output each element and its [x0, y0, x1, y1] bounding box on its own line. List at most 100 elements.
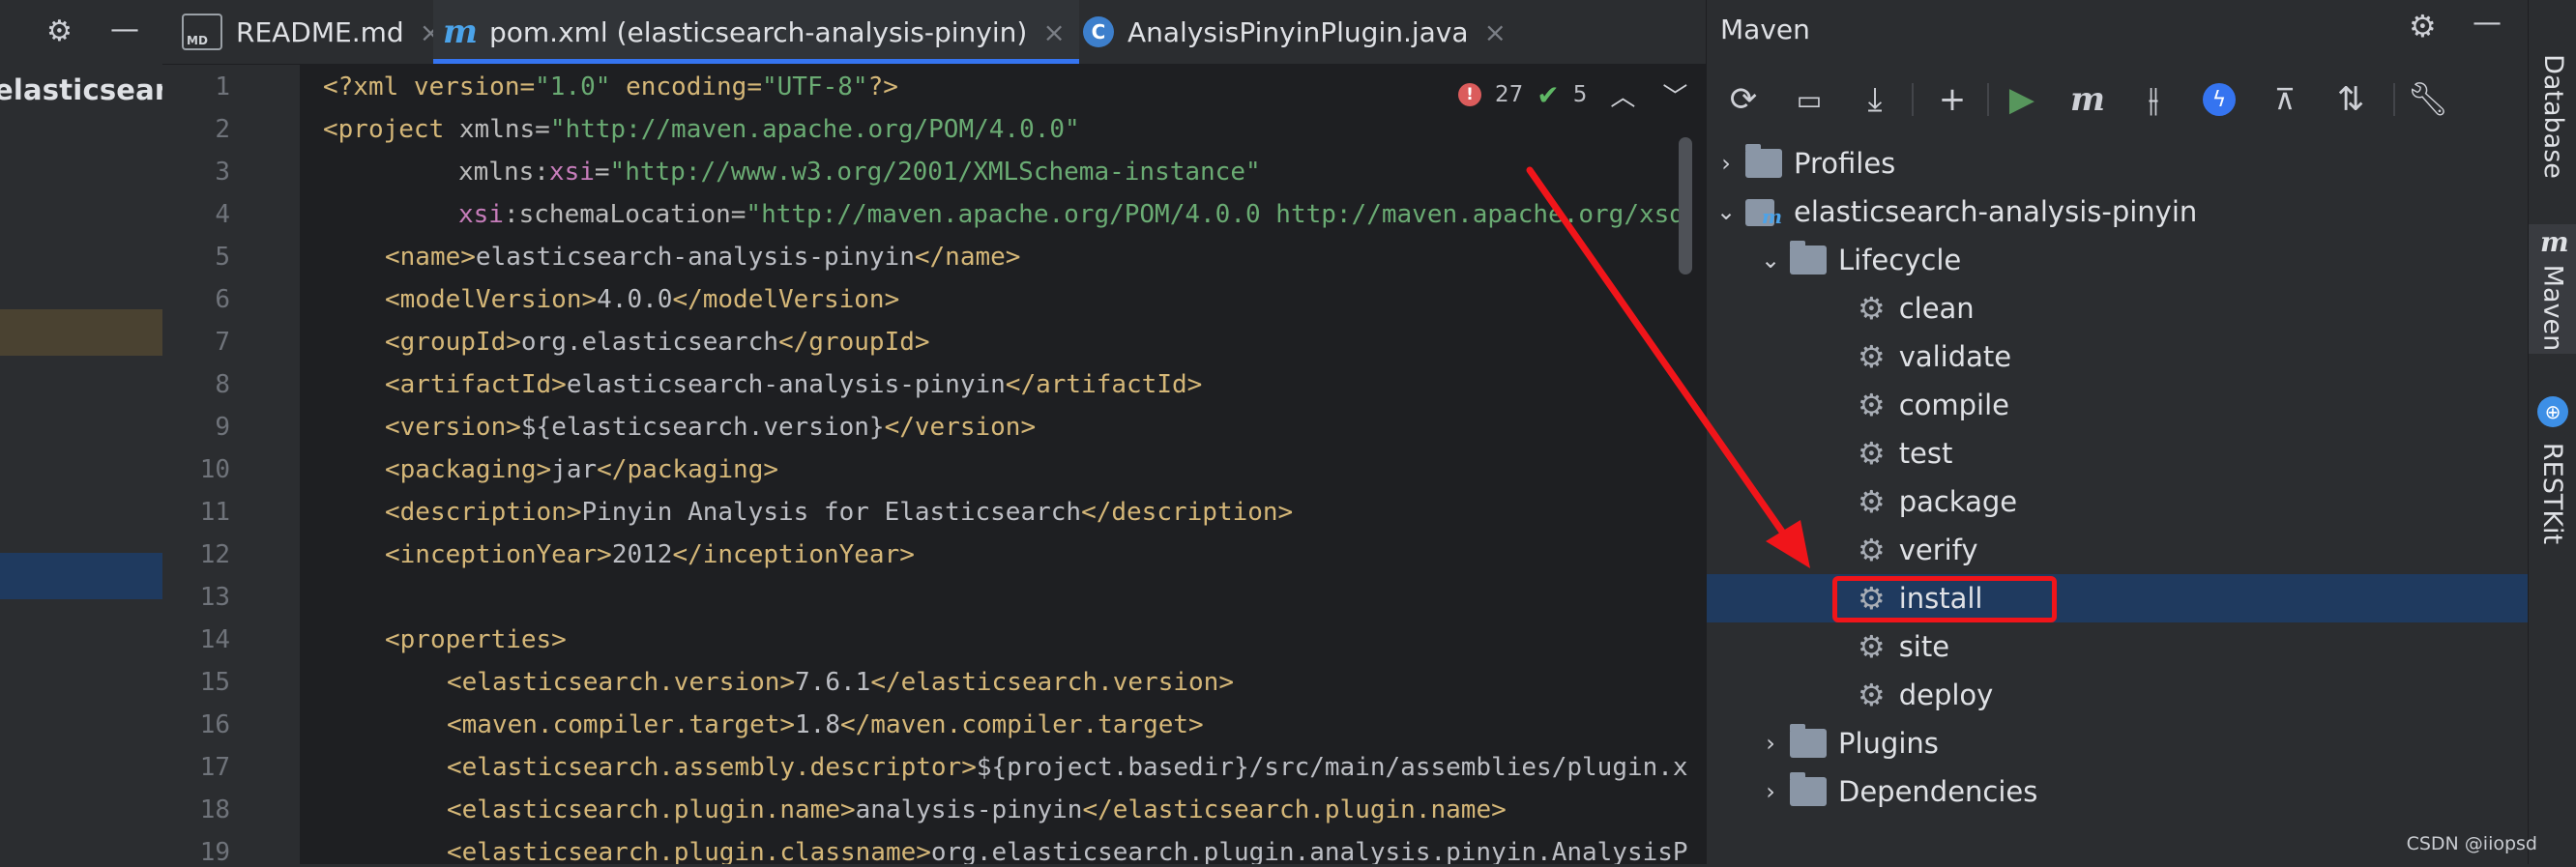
- line-number: 17: [199, 753, 230, 782]
- lightning-icon[interactable]: ϟ: [2196, 77, 2242, 122]
- highlight-box-install: [1832, 576, 2057, 622]
- folder-icon: [1790, 724, 1827, 758]
- run-icon[interactable]: ▶: [1999, 77, 2045, 122]
- maven-tool-tab[interactable]: Maven: [2529, 261, 2576, 354]
- maven-tool-window: Maven ⚙ — ⟳ ▭ ⤓ + ▶ m ⫲ ϟ ⊼ ⇅ 🔧︎ › Profi…: [1706, 0, 2529, 864]
- gear-icon[interactable]: ⚙: [2409, 8, 2437, 44]
- warning-count: 5: [1572, 82, 1588, 107]
- tree-item-project[interactable]: ⌄ m elasticsearch-analysis-pinyin: [1707, 188, 2197, 236]
- code-line: <packaging>jar</packaging>: [385, 455, 778, 484]
- tree-item-lifecycle[interactable]: ⌄ Lifecycle: [1751, 236, 1961, 284]
- add-folder-icon[interactable]: ▭: [1786, 77, 1832, 122]
- minimize-icon[interactable]: —: [110, 0, 139, 62]
- lifecycle-deploy[interactable]: ⚙ deploy: [1858, 671, 1993, 719]
- line-number: 10: [199, 455, 230, 484]
- maven-panel-title: Maven: [1720, 14, 1810, 45]
- lifecycle-package[interactable]: ⚙ package: [1858, 477, 2017, 526]
- download-icon[interactable]: ⤓: [1852, 77, 1898, 122]
- tree-item-dependencies[interactable]: › Dependencies: [1751, 767, 2037, 816]
- maven-file-icon: m: [443, 13, 478, 51]
- code-editor[interactable]: <?xml version="1.0" encoding="UTF-8"?> <…: [300, 65, 1706, 864]
- tree-item-label: elasticsearch-analysis-pinyin: [1794, 195, 2198, 228]
- chevron-right-icon[interactable]: ›: [1751, 778, 1790, 805]
- warning-check-icon: ✔: [1537, 78, 1560, 111]
- tree-item-label: Profiles: [1794, 147, 1896, 180]
- code-line: <elasticsearch.version>7.6.1</elasticsea…: [447, 668, 1234, 697]
- lifecycle-verify[interactable]: ⚙ verify: [1858, 526, 1978, 574]
- tree-item-profiles[interactable]: › Profiles: [1707, 139, 1895, 188]
- chevron-right-icon[interactable]: ›: [1751, 730, 1790, 757]
- tree-item-label: Plugins: [1838, 727, 1939, 760]
- chevron-up-icon[interactable]: ︿: [1610, 77, 1635, 113]
- line-number: 14: [199, 625, 230, 654]
- tree-item-label: Dependencies: [1838, 775, 2038, 808]
- tree-item-label: verify: [1898, 534, 1978, 566]
- reload-icon[interactable]: ⟳: [1720, 77, 1767, 122]
- editor-scrollbar[interactable]: [1679, 137, 1692, 275]
- wrench-icon[interactable]: 🔧︎: [2405, 77, 2451, 122]
- gear-icon[interactable]: ⚙: [46, 0, 73, 64]
- code-line: <maven.compiler.target>1.8</maven.compil…: [447, 710, 1204, 739]
- code-line: <elasticsearch.plugin.name>analysis-piny…: [447, 795, 1507, 824]
- lifecycle-clean[interactable]: ⚙ clean: [1858, 284, 1975, 332]
- line-number: 7: [215, 328, 230, 357]
- project-toolbar: ⚙ —: [0, 0, 162, 64]
- tab-pom-xml[interactable]: m pom.xml (elasticsearch-analysis-pinyin…: [433, 0, 1079, 64]
- lifecycle-test[interactable]: ⚙ test: [1858, 429, 1952, 477]
- line-number: 8: [215, 370, 230, 399]
- chevron-down-icon[interactable]: ⌄: [1751, 246, 1790, 274]
- tab-readme[interactable]: MD README.md ×: [182, 0, 442, 64]
- show-deps-icon[interactable]: ⊼: [2262, 77, 2308, 122]
- project-panel: ⚙ — elasticsearch: [0, 0, 162, 864]
- plus-icon[interactable]: +: [1929, 77, 1976, 122]
- code-line: <name>elasticsearch-analysis-pinyin</nam…: [385, 243, 1021, 272]
- lifecycle-validate[interactable]: ⚙ validate: [1858, 332, 2011, 381]
- close-icon[interactable]: ×: [1484, 16, 1507, 48]
- minimize-icon[interactable]: —: [2473, 6, 2502, 40]
- line-number: 11: [199, 498, 230, 527]
- gear-icon: ⚙: [1858, 435, 1886, 472]
- tree-row-selection: [1707, 574, 2529, 622]
- tree-item-label: package: [1898, 485, 2018, 518]
- project-tree-row-selected[interactable]: [0, 553, 162, 599]
- maven-icon: m: [2540, 226, 2569, 258]
- code-line: xmlns:xsi="http://www.w3.org/2001/XMLSch…: [458, 158, 1261, 187]
- md-file-icon: MD: [182, 14, 222, 50]
- lifecycle-compile[interactable]: ⚙ compile: [1858, 381, 2009, 429]
- chevron-down-icon[interactable]: ⌄: [1707, 198, 1745, 225]
- maven-module-icon: m: [1745, 195, 1782, 228]
- code-line: <modelVersion>4.0.0</modelVersion>: [385, 285, 900, 314]
- java-class-icon: C: [1083, 16, 1114, 47]
- dependencies-icon: [1790, 772, 1827, 806]
- maven-icon[interactable]: m: [2064, 77, 2111, 122]
- collapse-icon[interactable]: ⇅: [2327, 77, 2374, 122]
- error-icon: !: [1458, 83, 1481, 106]
- toggle-offline-icon[interactable]: ⫲: [2130, 77, 2177, 122]
- line-number: 6: [215, 285, 230, 314]
- code-line: <artifactId>elasticsearch-analysis-pinyi…: [385, 370, 1203, 399]
- project-tree-root[interactable]: elasticsearch: [0, 73, 162, 106]
- project-tree-row-highlight[interactable]: [0, 309, 162, 356]
- tree-item-plugins[interactable]: › Plugins: [1751, 719, 1939, 767]
- tab-label: pom.xml (elasticsearch-analysis-pinyin): [488, 15, 1028, 48]
- tree-item-label: clean: [1898, 292, 1975, 325]
- maven-toolbar: ⟳ ▭ ⤓ + ▶ m ⫲ ϟ ⊼ ⇅ 🔧︎: [1707, 77, 2529, 122]
- right-tool-strip: Database m Maven ⊕ RESTKit: [2528, 0, 2576, 864]
- code-line: <version>${elasticsearch.version}</versi…: [385, 413, 1037, 442]
- restkit-tool-tab[interactable]: RESTKit: [2529, 435, 2576, 551]
- error-count: 27: [1495, 82, 1524, 107]
- gear-icon: ⚙: [1858, 628, 1886, 665]
- database-tool-tab[interactable]: Database: [2529, 48, 2576, 184]
- line-number: 1: [215, 72, 230, 101]
- inspection-widget[interactable]: ! 27 ✔ 5 ︿ ﹀: [1450, 75, 1696, 114]
- gear-icon: ⚙: [1858, 338, 1886, 375]
- restkit-icon: ⊕: [2537, 396, 2568, 427]
- tab-analysis-pinyin-plugin[interactable]: C AnalysisPinyinPlugin.java ×: [1083, 0, 1507, 64]
- lifecycle-site[interactable]: ⚙ site: [1858, 622, 1949, 671]
- close-icon[interactable]: ×: [1042, 16, 1065, 48]
- code-line: <description>Pinyin Analysis for Elastic…: [385, 498, 1294, 527]
- chevron-right-icon[interactable]: ›: [1707, 150, 1745, 177]
- chevron-down-icon[interactable]: ﹀: [1662, 77, 1687, 113]
- line-number: 13: [199, 583, 230, 612]
- folder-icon: [1745, 144, 1782, 178]
